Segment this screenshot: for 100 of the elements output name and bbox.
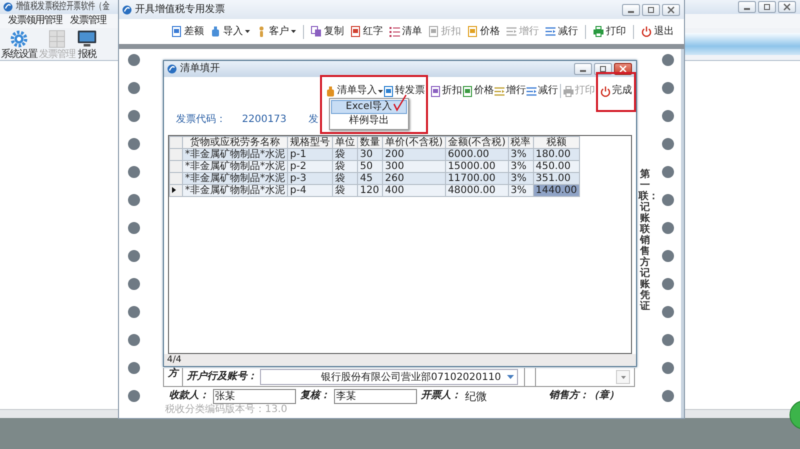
app-icon: [3, 2, 13, 12]
toolbar-button[interactable]: 减行: [543, 24, 580, 38]
toolbar-button[interactable]: 减行: [526, 84, 558, 98]
perforation-hole: [128, 166, 140, 178]
toolbar-button[interactable]: 导入: [208, 24, 252, 38]
perforation-hole: [128, 194, 140, 206]
table-cell[interactable]: 15000.00: [445, 160, 508, 172]
menu-item[interactable]: 发票管理: [70, 15, 106, 27]
column-header: 单位: [332, 136, 358, 148]
rows-icon: [526, 86, 537, 96]
table-cell[interactable]: 11700.00: [445, 172, 508, 184]
dropdown-button[interactable]: [616, 370, 630, 384]
maximize-button[interactable]: [642, 4, 660, 16]
check-mark-icon: [393, 94, 407, 112]
perforation-hole: [128, 54, 140, 66]
table-cell[interactable]: p-4: [288, 184, 332, 196]
table-cell[interactable]: 1440.00: [533, 184, 580, 196]
field-label: 开票人：: [421, 390, 461, 402]
column-header: 税率: [508, 136, 534, 148]
minimize-button[interactable]: [574, 63, 592, 75]
table-cell[interactable]: p-2: [288, 160, 332, 172]
maximize-button[interactable]: [758, 1, 776, 13]
monitor-icon: [77, 29, 97, 49]
toolbar-button[interactable]: 增行: [494, 84, 526, 98]
toolbar-button[interactable]: 打印: [591, 24, 628, 38]
close-button[interactable]: [778, 1, 796, 13]
caret-icon: [245, 30, 250, 33]
table-cell[interactable]: 260: [382, 172, 446, 184]
menu-item[interactable]: 发票领用管理: [8, 15, 62, 27]
close-icon: [619, 65, 627, 73]
table-cell[interactable]: 180.00: [533, 148, 580, 160]
table-cell[interactable]: p-1: [288, 148, 332, 160]
printer-icon: [563, 86, 574, 96]
input-field[interactable]: 李某: [334, 388, 417, 404]
toolbar-button[interactable]: 价格: [462, 84, 494, 98]
perforation-hole: [662, 390, 674, 402]
rows-icon: [506, 26, 517, 37]
perforation-hole: [128, 390, 140, 402]
table-cell[interactable]: *非金属矿物制品*水泥: [182, 172, 288, 184]
table-cell[interactable]: 450.00: [533, 160, 580, 172]
column-header: 税额: [533, 136, 580, 148]
menu-item[interactable]: 样例导出: [331, 114, 407, 128]
power-icon: [600, 86, 611, 96]
toolbar-button[interactable]: 差额: [169, 24, 206, 38]
perforation-hole: [128, 362, 140, 374]
toolbar-button[interactable]: 折扣: [430, 84, 462, 98]
app-icon: [167, 64, 177, 74]
table-cell[interactable]: 300: [382, 160, 446, 172]
document-icon: [430, 86, 441, 96]
perforation-hole: [662, 110, 674, 122]
badge-icon: [788, 400, 800, 430]
perforation-hole: [662, 250, 674, 262]
bottle-icon: [325, 86, 336, 96]
toolbar-button[interactable]: 完成: [600, 84, 632, 98]
input-field[interactable]: 张某: [213, 388, 296, 404]
toolbar-button[interactable]: 清单: [387, 24, 424, 38]
toolbar-button[interactable]: 客户: [254, 24, 298, 38]
perforation-hole: [662, 194, 674, 206]
section-label: 方: [168, 368, 178, 380]
table-cell[interactable]: 351.00: [533, 172, 580, 184]
toolbar-button[interactable]: 转发票: [383, 84, 425, 98]
table-cell[interactable]: *非金属矿物制品*水泥: [182, 148, 288, 160]
bank-account-dropdown[interactable]: 银行股份有限公司营业部07102020110: [260, 369, 518, 385]
perforation-hole: [662, 334, 674, 346]
list-icon: [389, 26, 400, 37]
toolbar-button[interactable]: 价格: [465, 24, 502, 38]
perforation-hole: [662, 306, 674, 318]
table-cell[interactable]: 48000.00: [445, 184, 508, 196]
document-icon: [428, 26, 439, 37]
power-icon: [641, 26, 652, 37]
table-cell[interactable]: 400: [382, 184, 446, 196]
copy-icon: [311, 26, 322, 37]
toolbar-button[interactable]: 报税: [76, 29, 98, 60]
toolbar-button[interactable]: 红字: [348, 24, 385, 38]
bottle-icon: [210, 26, 221, 37]
document-icon: [171, 26, 182, 37]
perforation-hole: [662, 54, 674, 66]
toolbar-button[interactable]: 退出: [639, 24, 676, 38]
perforation-hole: [662, 222, 674, 234]
minimize-button[interactable]: [622, 4, 640, 16]
toolbar-button[interactable]: 清单导入: [325, 84, 383, 98]
perforation-hole: [662, 278, 674, 290]
close-button[interactable]: [662, 4, 680, 16]
toolbar-button[interactable]: 系统设置: [0, 29, 38, 60]
toolbar-button[interactable]: 复制: [309, 24, 346, 38]
highlight-frame: [596, 72, 636, 112]
window-title: 增值税发票税控开票软件（金: [16, 1, 110, 13]
column-header: 规格型号: [288, 136, 332, 148]
perforation-hole: [662, 166, 674, 178]
table-cell[interactable]: 6000.00: [445, 148, 508, 160]
table-cell[interactable]: 200: [382, 148, 446, 160]
minimize-button[interactable]: [738, 1, 756, 13]
column-header: 数量: [358, 136, 382, 148]
field-label: 复核：: [300, 390, 330, 402]
table-cell[interactable]: p-3: [288, 172, 332, 184]
table-cell[interactable]: *非金属矿物制品*水泥: [182, 184, 288, 196]
menu-item[interactable]: Excel导入: [331, 100, 407, 114]
rows-icon: [545, 26, 556, 37]
perforation-hole: [128, 278, 140, 290]
table-cell[interactable]: *非金属矿物制品*水泥: [182, 160, 288, 172]
